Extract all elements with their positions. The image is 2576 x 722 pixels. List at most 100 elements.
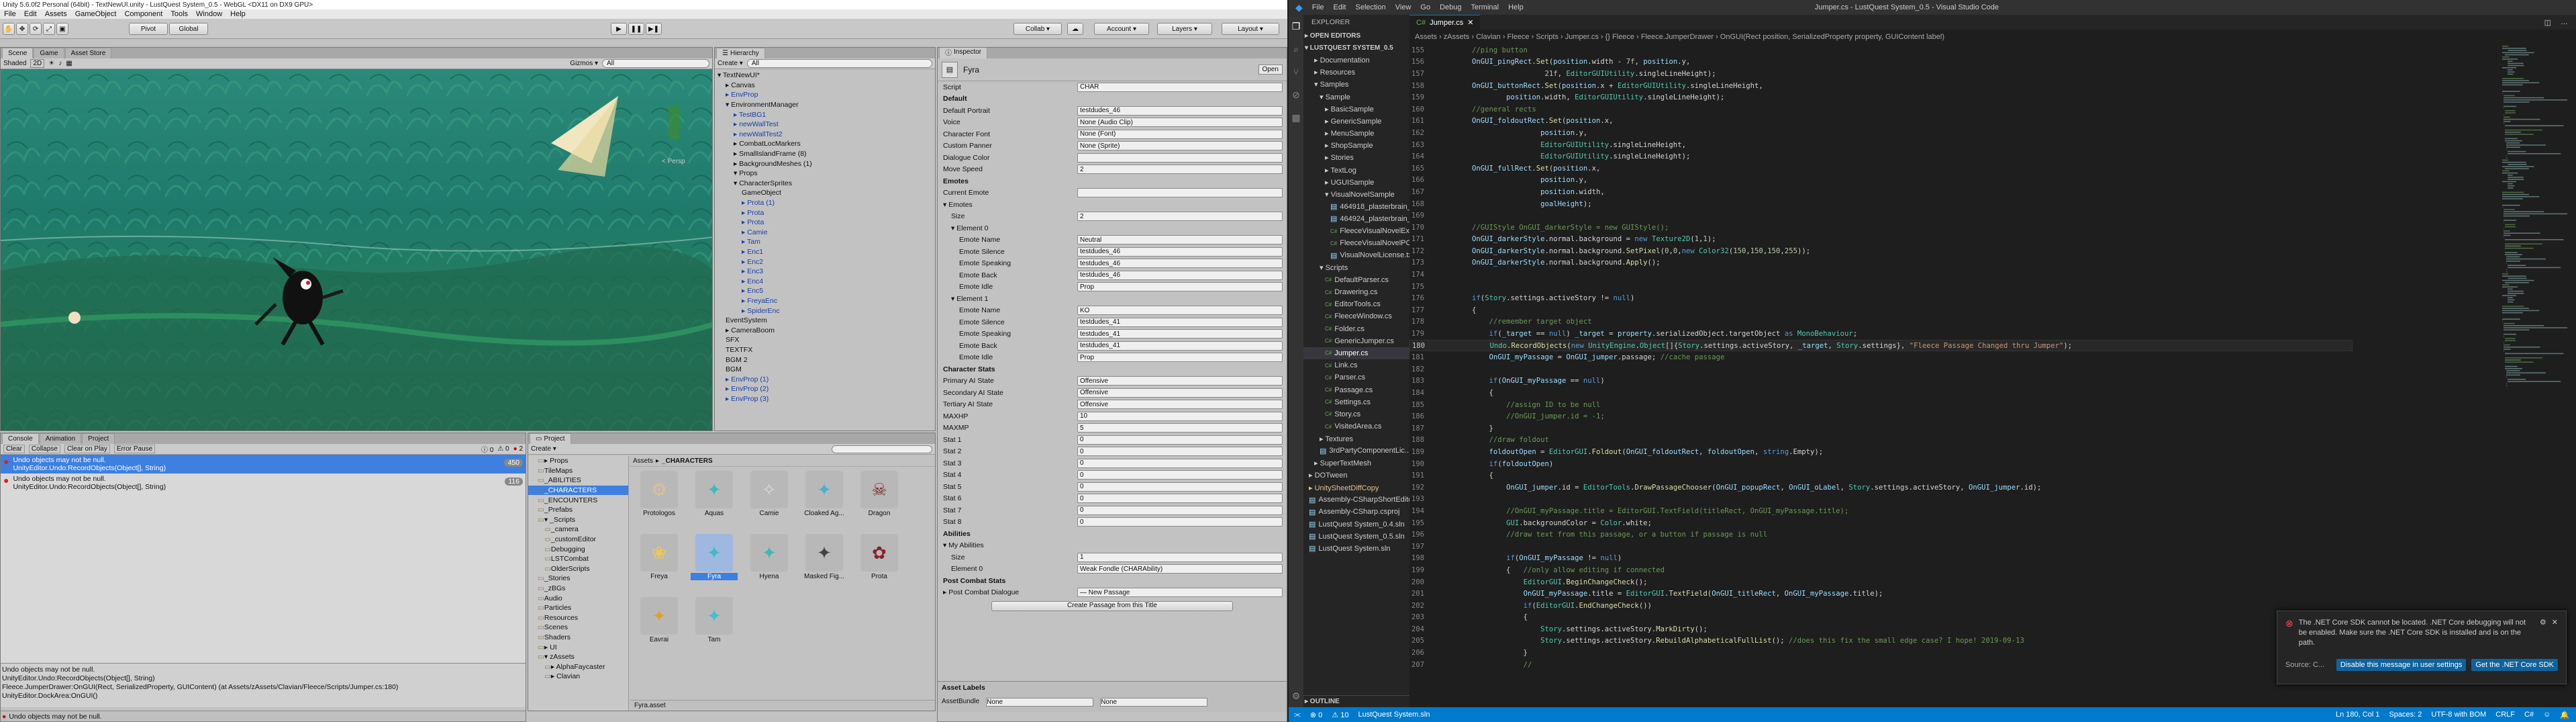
folder-item[interactable]: ▭ ▾ zAssets — [528, 652, 628, 662]
hierarchy-item[interactable]: ▸ Enc2 — [715, 257, 935, 267]
field-value[interactable]: Weak Fondle (CHARAbility) — [1077, 564, 1283, 574]
rotate-tool-icon[interactable]: ⟳ — [30, 23, 42, 35]
console-entry[interactable]: ● Undo objects may not be null. UnityEdito… — [1, 473, 526, 492]
folder-item[interactable]: ▭ Debugging — [528, 544, 628, 554]
script-field[interactable]: CHAR — [1077, 82, 1283, 92]
folder-item[interactable]: ▭ TileMaps — [528, 466, 628, 476]
explorer-item[interactable]: ▸ Stories — [1303, 152, 1409, 164]
explorer-item[interactable]: ▾ Sample — [1303, 91, 1409, 103]
remote-icon[interactable]: ⫘ — [1294, 711, 1301, 719]
field-value[interactable]: 1 — [1077, 552, 1283, 562]
line-ending[interactable]: CRLF — [2495, 711, 2515, 719]
tab-hierarchy[interactable]: ☰ Hierarchy — [716, 48, 765, 58]
folder-item[interactable]: ▭ Particles — [528, 603, 628, 613]
explorer-item[interactable]: ▸ GenericSample — [1303, 115, 1409, 127]
disable-message-button[interactable]: Disable this message in user settings — [2336, 659, 2467, 671]
console-entry[interactable]: ● Undo objects may not be null. UnityEdito… — [1, 455, 526, 473]
folder-item[interactable]: ▭ _CHARACTERS — [528, 485, 628, 496]
menu-edit[interactable]: Edit — [1334, 3, 1346, 11]
open-editors-section[interactable]: ▸ OPEN EDITORS — [1303, 30, 1409, 42]
menu-assets[interactable]: Assets — [45, 10, 67, 18]
search-icon[interactable]: ⌕ — [1289, 38, 1303, 60]
asset-tile[interactable]: ☠ Dragon — [856, 471, 903, 517]
field-value[interactable]: 5 — [1077, 423, 1283, 433]
hand-tool-icon[interactable]: ✋ — [3, 23, 15, 35]
collapse-button[interactable]: Collapse — [28, 445, 60, 453]
language-mode[interactable]: C# — [2524, 711, 2534, 719]
effects-icon[interactable]: ▦ — [66, 60, 72, 67]
more-actions-icon[interactable]: … — [2561, 18, 2568, 26]
hierarchy-item[interactable]: ▸ CombatLocMarkers — [715, 139, 935, 149]
hierarchy-search-input[interactable]: All — [746, 59, 932, 68]
field-value[interactable]: None (Font) — [1077, 129, 1283, 139]
hierarchy-item[interactable]: ▾ TextNewUI* — [715, 71, 935, 81]
hierarchy-item[interactable]: ▸ EnvProp — [715, 90, 935, 100]
asset-tile[interactable]: ✦ Aquas — [691, 471, 738, 517]
project-root[interactable]: ▾ LUSTQUEST SYSTEM_0.5 — [1303, 42, 1409, 54]
collab-dropdown[interactable]: Collab ▾ — [1013, 23, 1062, 35]
asset-tile[interactable]: ⚙ Protologos — [636, 471, 683, 517]
hierarchy-item[interactable]: EventSystem — [715, 316, 935, 326]
explorer-item[interactable]: C# Jumper.cs — [1303, 347, 1409, 360]
play-button[interactable]: ▶ — [611, 23, 627, 35]
folder-item[interactable]: ▭ ▸ UI — [528, 642, 628, 652]
hierarchy-item[interactable]: ▸ Prota (1) — [715, 198, 935, 208]
explorer-item[interactable]: ▤ LustQuest System_0.4.sln — [1303, 518, 1409, 531]
hierarchy-item[interactable]: ▸ BackgroundMeshes (1) — [715, 159, 935, 169]
clear-on-play-button[interactable]: Clear on Play — [64, 445, 110, 453]
menu-gameobject[interactable]: GameObject — [75, 10, 117, 18]
hierarchy-item[interactable]: ▸ EnvProp (2) — [715, 384, 935, 394]
asset-tile[interactable]: ✦ Masked Fig... — [801, 534, 848, 580]
folder-item[interactable]: ▭ _Prefabs — [528, 505, 628, 515]
code-editor[interactable]: 155 //ping button 156 OnGUI_pingRect.Set(… — [1409, 44, 2352, 707]
menu-window[interactable]: Window — [196, 10, 222, 18]
breadcrumb-assets[interactable]: Assets — [633, 457, 653, 465]
log-count[interactable]: ⓘ 0 — [481, 444, 493, 454]
rect-tool-icon[interactable]: ▣ — [56, 23, 68, 35]
field-value[interactable]: testdudes_46 — [1077, 246, 1283, 257]
field-value[interactable]: Prop — [1077, 282, 1283, 292]
explorer-item[interactable]: ▤ LustQuest System_0.5.sln — [1303, 531, 1409, 543]
pause-button[interactable]: ❚❚ — [628, 23, 644, 35]
field-value[interactable]: 0 — [1077, 470, 1283, 480]
encoding[interactable]: UTF-8 with BOM — [2431, 711, 2486, 719]
explorer-item[interactable]: ▤ LustQuest System.sln — [1303, 543, 1409, 555]
menu-component[interactable]: Component — [124, 10, 162, 18]
hierarchy-item[interactable]: ▸ SpiderEnc — [715, 306, 935, 316]
step-button[interactable]: ▶❚ — [646, 23, 662, 35]
explorer-item[interactable]: C# EditorTools.cs — [1303, 298, 1409, 310]
explorer-item[interactable]: ▸ Documentation — [1303, 54, 1409, 66]
explorer-item[interactable]: ▤ Assembly-CSharp.csproj — [1303, 506, 1409, 518]
explorer-item[interactable]: ▸ DOTween — [1303, 469, 1409, 482]
explorer-item[interactable]: C#FleeceVisualNovelPC... — [1303, 237, 1409, 249]
asset-bundle-variant-dropdown[interactable]: None — [1100, 698, 1208, 707]
create-passage-button[interactable]: Create Passage from this Title — [991, 601, 1233, 611]
bell-icon[interactable]: 🔔 — [2560, 711, 2576, 719]
cursor-position[interactable]: Ln 180, Col 1 — [2336, 711, 2379, 719]
field-value[interactable]: Prop — [1077, 353, 1283, 363]
asset-tile[interactable]: ✦ Tam — [691, 597, 738, 643]
folder-item[interactable]: ▭ _customEditor — [528, 535, 628, 545]
smiley-icon[interactable]: ☺ — [2543, 711, 2550, 719]
folder-item[interactable]: ▭ ▸ AlphaFaycaster — [528, 662, 628, 672]
asset-tile[interactable]: ✦ Hyena — [746, 534, 793, 580]
asset-bundle-dropdown[interactable]: None — [986, 698, 1094, 707]
field-value[interactable]: testdudes_41 — [1077, 329, 1283, 339]
field-value[interactable]: Offensive — [1077, 400, 1283, 410]
menu-view[interactable]: View — [1395, 3, 1411, 11]
hierarchy-item[interactable]: ▸ newWallTest — [715, 120, 935, 130]
explorer-item[interactable]: C# Story.cs — [1303, 408, 1409, 420]
field-value[interactable]: 0 — [1077, 482, 1283, 492]
menu-selection[interactable]: Selection — [1355, 3, 1385, 11]
scene-search-input[interactable]: All — [602, 59, 709, 68]
hierarchy-item[interactable]: SFX — [715, 335, 935, 345]
folder-item[interactable]: ▭ _ABILITIES — [528, 476, 628, 486]
explorer-item[interactable]: C# VisitedArea.cs — [1303, 420, 1409, 433]
explorer-item[interactable]: ▸ SuperTextMesh — [1303, 457, 1409, 469]
field-value[interactable] — [1077, 188, 1283, 198]
open-button[interactable]: Open — [1258, 64, 1283, 75]
tab-asset-store[interactable]: Asset Store — [64, 48, 112, 58]
hierarchy-item[interactable]: ▸ Enc3 — [715, 267, 935, 277]
gizmos-dropdown[interactable]: Gizmos ▾ — [570, 60, 598, 67]
project-selector[interactable]: LustQuest System.sln — [1358, 711, 1430, 719]
